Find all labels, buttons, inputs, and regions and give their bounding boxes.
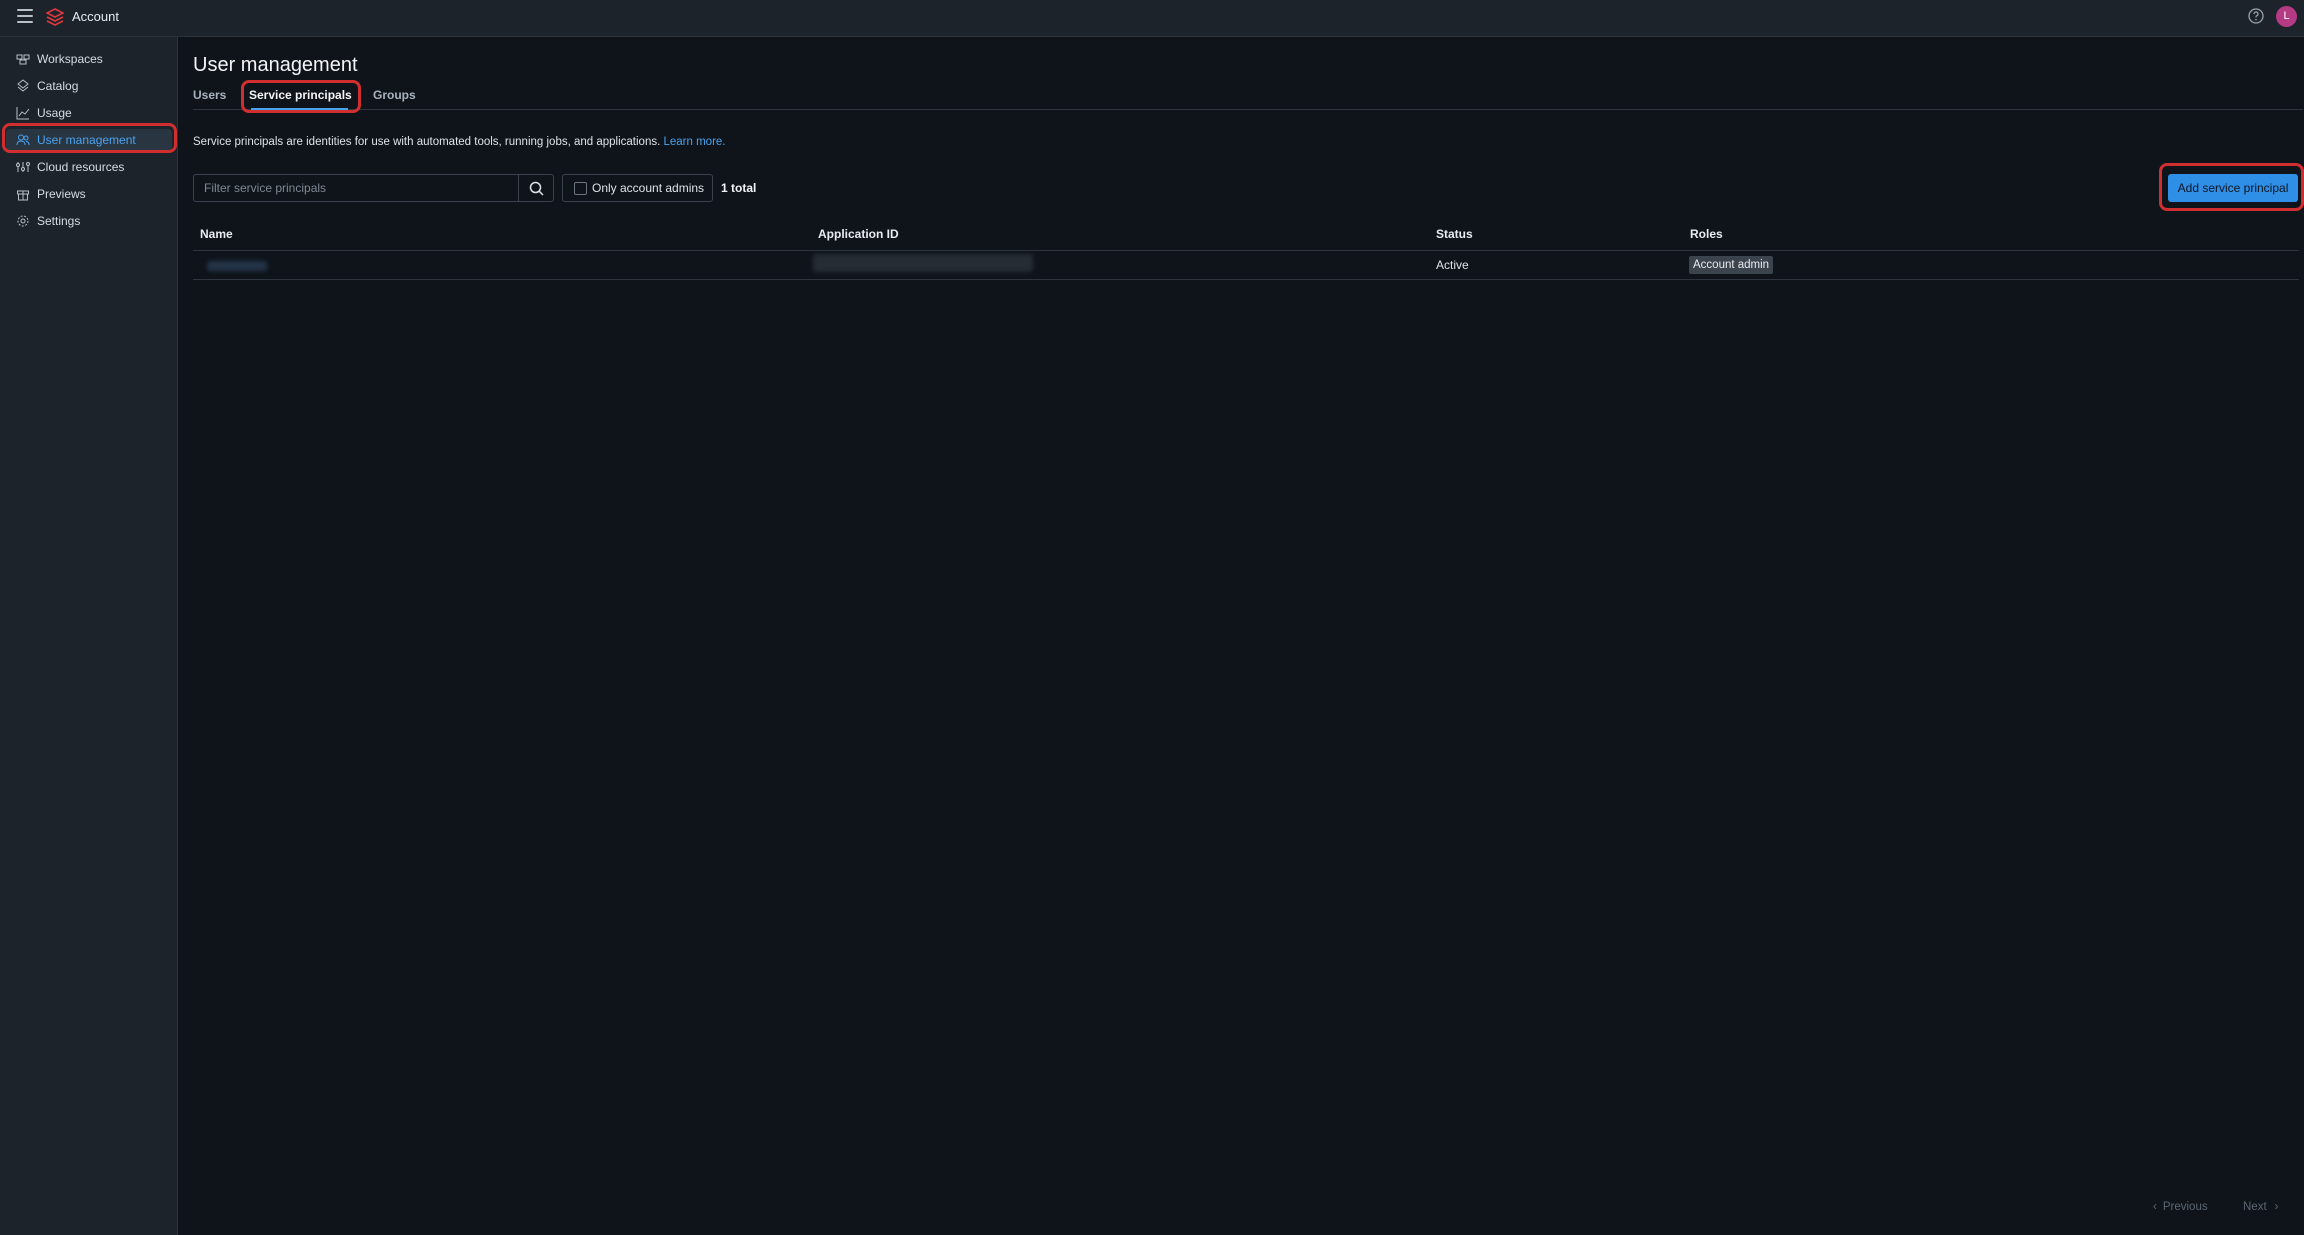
sidebar-item-label: Usage: [37, 106, 72, 120]
previous-page-button[interactable]: ‹ Previous: [2153, 1201, 2208, 1213]
tab-groups[interactable]: Groups: [373, 88, 416, 102]
application-id-value: [813, 254, 1033, 272]
sidebar-item-settings[interactable]: Settings: [6, 210, 172, 232]
filter-service-principals-input[interactable]: [193, 174, 519, 202]
description: Service principals are identities for us…: [193, 136, 726, 148]
tab-bar: Users Service principals Groups: [193, 86, 2303, 110]
sidebar-item-previews[interactable]: Previews: [6, 183, 172, 205]
gift-icon: [16, 187, 30, 201]
description-text: Service principals are identities for us…: [193, 136, 661, 148]
role-badge: Account admin: [1689, 256, 1774, 274]
cloud-resources-icon: [16, 160, 30, 174]
search-button[interactable]: [518, 174, 554, 202]
app-title: Account: [72, 9, 119, 24]
previous-label: Previous: [2162, 1201, 2208, 1213]
sidebar-item-label: Catalog: [37, 79, 79, 93]
highlight-annotation: [2159, 163, 2304, 211]
tab-users[interactable]: Users: [193, 88, 226, 102]
highlight-annotation: [241, 80, 361, 113]
databricks-logo-icon: [46, 8, 64, 26]
page-title: User management: [193, 54, 358, 76]
sidebar-item-label: Settings: [37, 214, 81, 228]
sidebar-item-catalog[interactable]: Catalog: [6, 75, 172, 97]
sidebar-item-cloud-resources[interactable]: Cloud resources: [6, 156, 172, 178]
only-account-admins-label: Only account admins: [592, 181, 705, 195]
sidebar-item-label: Workspaces: [37, 52, 103, 66]
sidebar-item-label: Previews: [37, 187, 86, 201]
search-icon: [529, 181, 544, 196]
learn-more-link[interactable]: Learn more.: [664, 136, 726, 148]
top-bar: Account L: [0, 0, 2304, 37]
column-header-name[interactable]: Name: [200, 227, 233, 241]
chevron-right-icon: ›: [2274, 1201, 2279, 1213]
sidebar: Workspaces Catalog Usage User management…: [0, 37, 178, 1235]
next-label: Next: [2243, 1201, 2267, 1213]
column-header-status[interactable]: Status: [1436, 227, 1473, 241]
service-principal-name-link[interactable]: [207, 261, 267, 271]
workspaces-icon: [16, 52, 30, 66]
column-header-application-id[interactable]: Application ID: [818, 227, 899, 241]
sidebar-item-label: Cloud resources: [37, 160, 125, 174]
only-account-admins-toggle[interactable]: Only account admins: [562, 174, 713, 202]
chevron-left-icon: ‹: [2153, 1201, 2157, 1213]
total-count: 1 total: [721, 181, 757, 195]
usage-chart-icon: [16, 106, 30, 120]
gear-icon: [16, 214, 30, 228]
hamburger-menu-icon[interactable]: [17, 9, 33, 25]
sidebar-item-workspaces[interactable]: Workspaces: [6, 48, 172, 70]
only-account-admins-checkbox[interactable]: [574, 181, 587, 195]
highlight-annotation: [2, 123, 177, 153]
catalog-icon: [16, 79, 30, 93]
status-value: Active: [1436, 258, 1469, 272]
sidebar-item-usage[interactable]: Usage: [6, 102, 172, 124]
user-avatar[interactable]: L: [2276, 6, 2297, 27]
table-row[interactable]: Active Account admin: [193, 251, 2299, 280]
column-header-roles[interactable]: Roles: [1690, 227, 1723, 241]
service-principals-table: Name Application ID Status Roles Active …: [193, 220, 2299, 280]
next-page-button[interactable]: Next ›: [2243, 1201, 2279, 1213]
table-header: Name Application ID Status Roles: [193, 220, 2299, 251]
help-icon[interactable]: [2247, 7, 2265, 25]
